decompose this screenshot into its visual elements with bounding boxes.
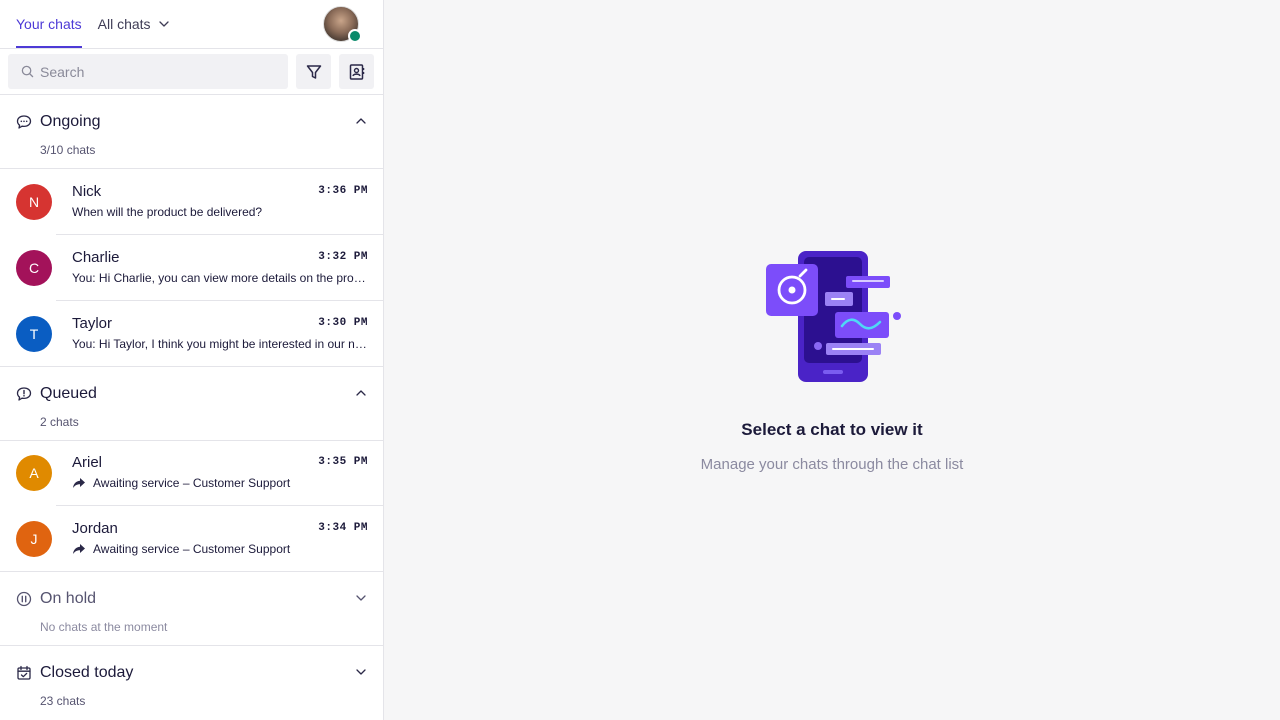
chevron-up-icon xyxy=(355,115,367,127)
search-toolbar xyxy=(0,49,383,96)
contact-card-icon xyxy=(348,63,366,81)
section-ongoing-title: Ongoing xyxy=(40,113,101,131)
search-box[interactable] xyxy=(8,54,288,90)
section-queued-count: 2 chats xyxy=(40,414,79,429)
empty-state-subtitle: Manage your chats through the chat list xyxy=(700,456,964,473)
contacts-button[interactable] xyxy=(339,54,374,90)
chevron-up-icon xyxy=(355,387,367,399)
chat-time: 3:34 PM xyxy=(318,522,368,535)
section-queued-title: Queued xyxy=(40,384,97,402)
agent-avatar[interactable] xyxy=(323,6,362,43)
chevron-down-icon xyxy=(355,592,367,604)
chat-row-taylor[interactable]: T Taylor 3:30 PM You: Hi Taylor, I think… xyxy=(0,301,383,367)
search-input[interactable] xyxy=(40,63,270,80)
section-ongoing-count: 3/10 chats xyxy=(40,143,96,158)
chat-name: Taylor xyxy=(72,314,113,332)
empty-state-title: Select a chat to view it xyxy=(741,420,923,439)
avatar: C xyxy=(16,249,52,286)
chat-row-charlie[interactable]: C Charlie 3:32 PM You: Hi Charlie, you c… xyxy=(0,235,383,301)
chat-name: Jordan xyxy=(72,520,118,538)
tab-all-chats-label: All chats xyxy=(97,15,151,32)
chat-preview-text: Awaiting service – Customer Support xyxy=(93,542,291,557)
chat-preview: Awaiting service – Customer Support xyxy=(72,542,368,558)
phone-chat-illustration xyxy=(762,248,902,384)
chat-preview: Awaiting service – Customer Support xyxy=(72,476,368,492)
online-status-badge xyxy=(348,29,362,43)
chat-preview: When will the product be delivered? xyxy=(72,205,263,220)
chat-bubble-icon xyxy=(16,114,32,130)
section-on-hold-title: On hold xyxy=(40,589,97,607)
forward-arrow-icon xyxy=(72,477,86,492)
chat-row-ariel[interactable]: A Ariel 3:35 PM Awaiting service – Custo… xyxy=(0,441,383,507)
section-closed-today-title: Closed today xyxy=(40,664,134,682)
chat-view-area: Select a chat to view it Manage your cha… xyxy=(384,0,1280,720)
section-on-hold[interactable]: On hold No chats at the moment xyxy=(0,572,383,647)
chevron-down-icon xyxy=(355,666,367,678)
section-closed-today[interactable]: Closed today 23 chats xyxy=(0,646,383,720)
calendar-check-icon xyxy=(16,665,32,681)
chat-name: Charlie xyxy=(72,248,120,266)
section-on-hold-count: No chats at the moment xyxy=(40,619,168,634)
pause-circle-icon xyxy=(16,591,32,607)
chat-row-jordan[interactable]: J Jordan 3:34 PM Awaiting service – Cust… xyxy=(0,506,383,572)
chat-time: 3:35 PM xyxy=(318,456,368,469)
chat-time: 3:30 PM xyxy=(318,316,368,329)
avatar: A xyxy=(16,455,52,492)
chat-name: Ariel xyxy=(72,454,103,472)
chat-name: Nick xyxy=(72,183,102,201)
chat-alert-icon xyxy=(16,386,32,402)
tab-all-chats[interactable]: All chats xyxy=(98,0,170,48)
chat-time: 3:32 PM xyxy=(318,250,368,263)
avatar: J xyxy=(16,521,52,558)
filter-icon xyxy=(305,63,323,81)
chat-row-nick[interactable]: N Nick 3:36 PM When will the product be … xyxy=(0,169,383,235)
chat-preview: You: Hi Taylor, I think you might be int… xyxy=(72,336,368,351)
filter-button[interactable] xyxy=(296,54,331,90)
forward-arrow-icon xyxy=(72,543,86,558)
avatar: T xyxy=(16,315,52,352)
chat-list-sidebar: Your chats All chats Search Ongoing 3/10… xyxy=(0,0,384,720)
section-ongoing[interactable]: Ongoing 3/10 chats xyxy=(0,95,383,170)
chat-preview: You: Hi Charlie, you can view more detai… xyxy=(72,270,368,285)
search-icon xyxy=(21,65,34,78)
empty-state: Select a chat to view it Manage your cha… xyxy=(384,248,1280,473)
section-queued[interactable]: Queued 2 chats xyxy=(0,367,383,441)
chat-time: 3:36 PM xyxy=(318,185,368,198)
chat-preview-text: Awaiting service – Customer Support xyxy=(93,476,291,491)
section-closed-today-count: 23 chats xyxy=(40,694,86,709)
chat-tabs-bar: Your chats All chats xyxy=(0,0,383,49)
chevron-down-icon xyxy=(158,18,170,30)
avatar: N xyxy=(16,184,52,221)
tab-your-chats[interactable]: Your chats xyxy=(16,0,82,48)
